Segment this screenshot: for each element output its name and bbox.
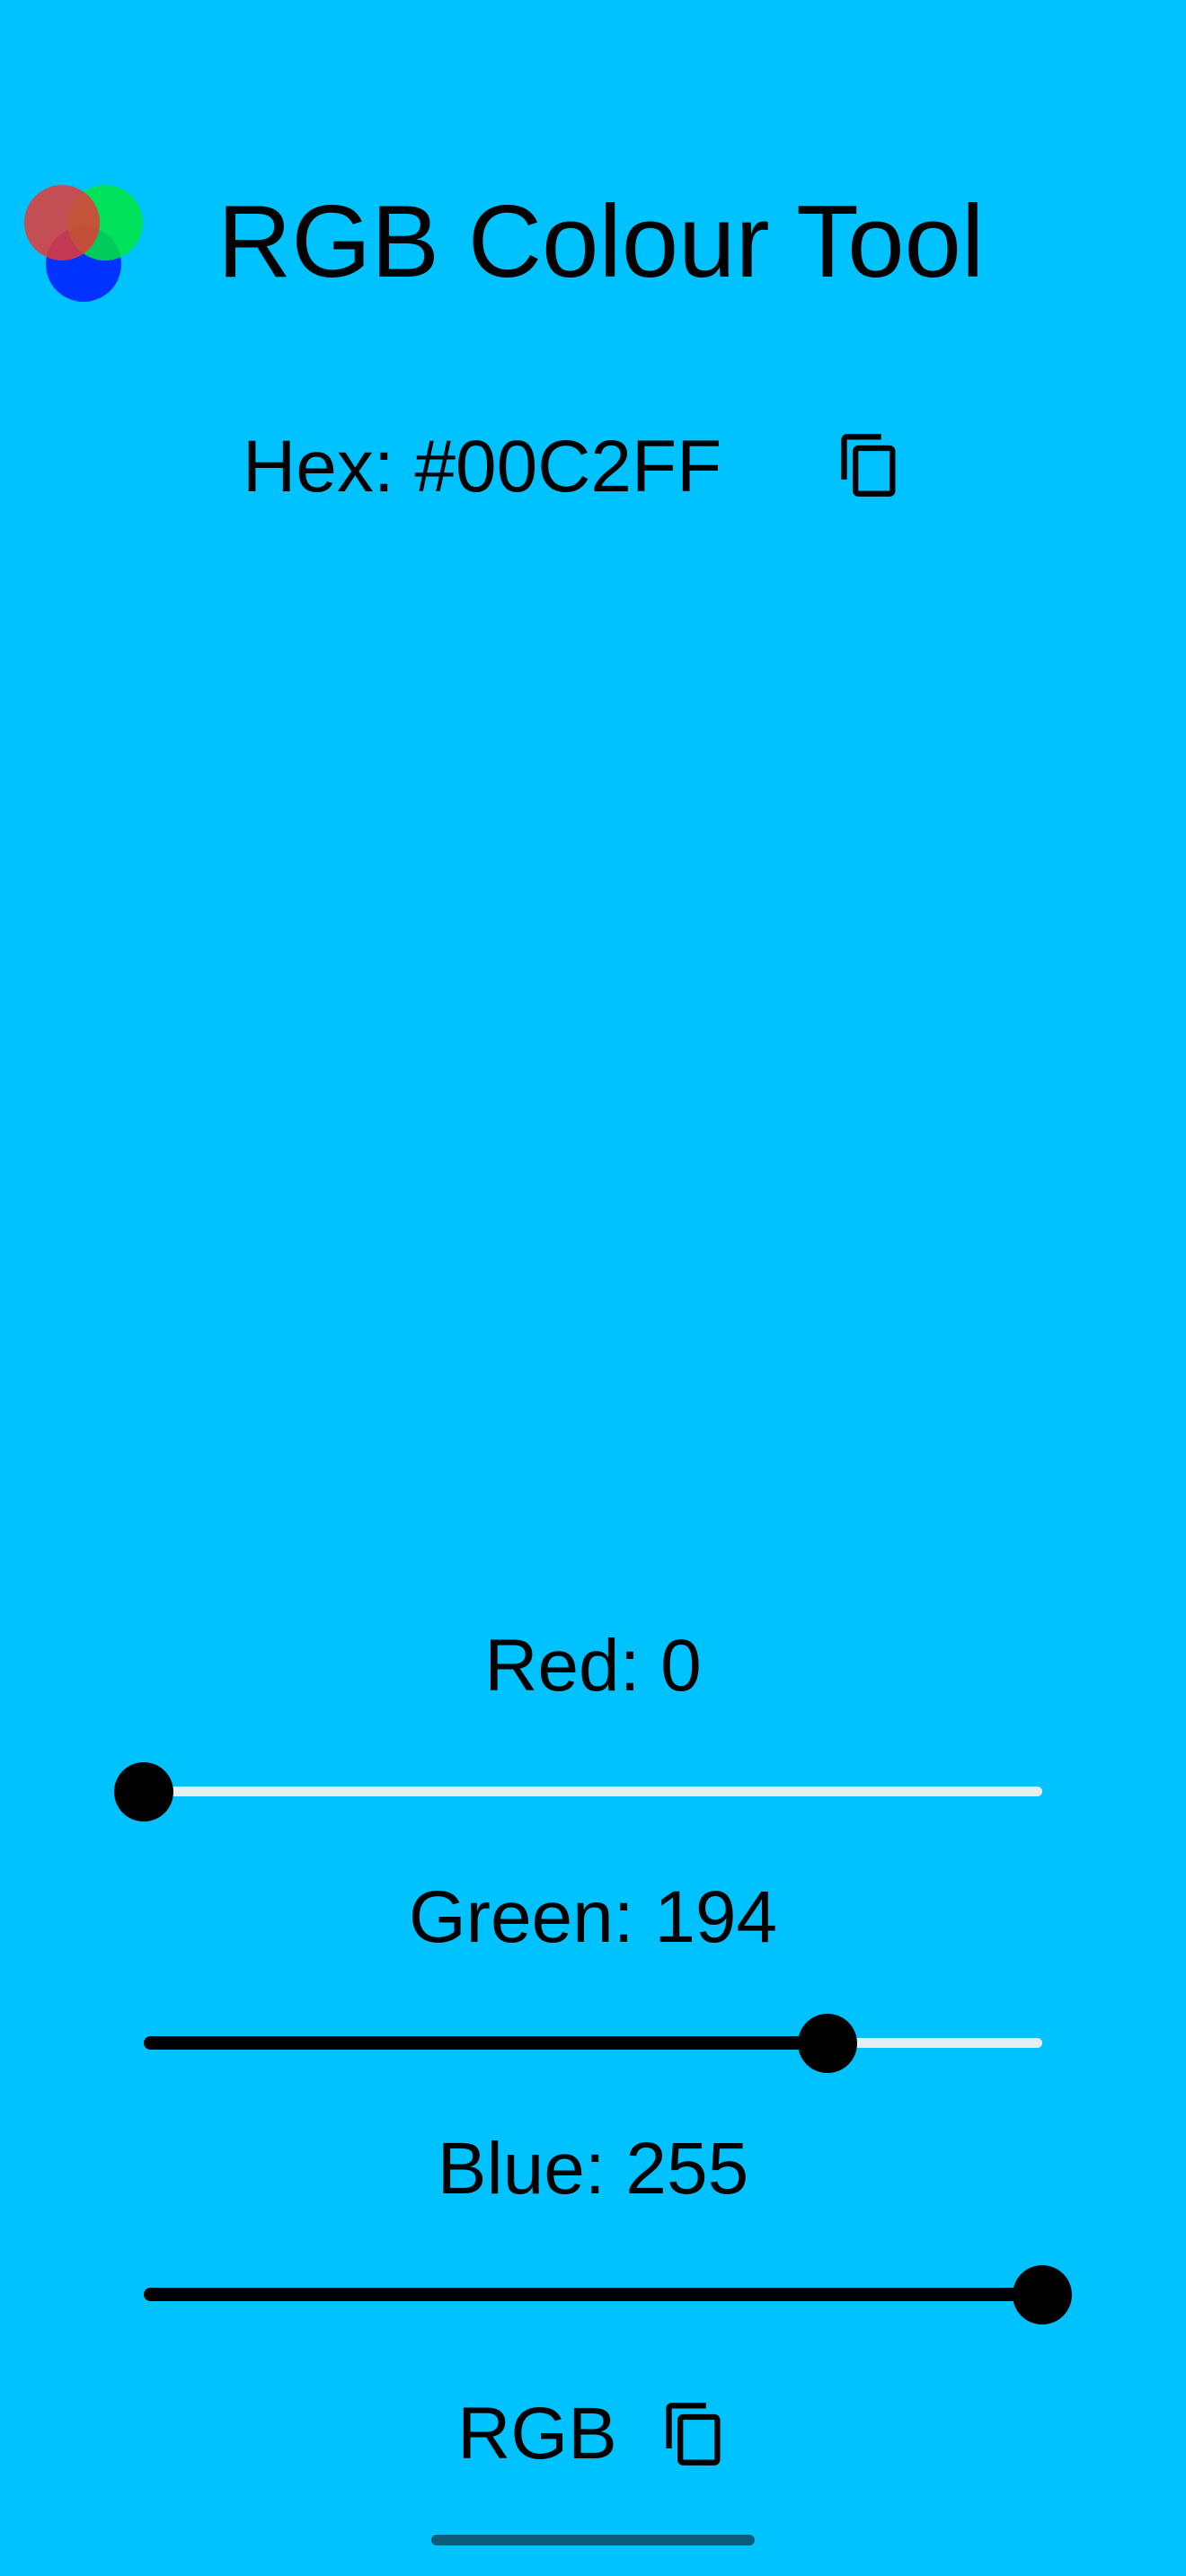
green-value-label: Green: 194: [408, 1876, 778, 1958]
slider-active-track: [144, 2288, 1042, 2301]
slider-active-track: [144, 2036, 828, 2050]
copy-icon: [841, 434, 896, 497]
copy-hex-button[interactable]: [836, 431, 904, 499]
red-value-label: Red: 0: [484, 1625, 702, 1707]
copy-rgb-label[interactable]: RGB: [457, 2389, 617, 2479]
slider-thumb[interactable]: [114, 1762, 173, 1822]
copy-rgb-button[interactable]: [660, 2400, 729, 2468]
green-slider[interactable]: [144, 2007, 1042, 2078]
slider-track: [144, 1786, 1042, 1796]
blue-value-label: Blue: 255: [437, 2128, 749, 2210]
slider-thumb[interactable]: [1013, 2265, 1072, 2325]
copy-rgb-row: RGB: [0, 2389, 1186, 2479]
home-indicator[interactable]: [431, 2535, 755, 2545]
blue-slider[interactable]: [144, 2258, 1072, 2330]
red-slider[interactable]: [114, 1755, 1042, 1827]
app-title: RGB Colour Tool: [217, 185, 985, 299]
hex-value-label: Hex: #00C2FF: [243, 426, 722, 507]
app-logo-icon: [22, 180, 147, 305]
copy-icon: [666, 2403, 721, 2466]
slider-thumb[interactable]: [797, 2014, 857, 2073]
